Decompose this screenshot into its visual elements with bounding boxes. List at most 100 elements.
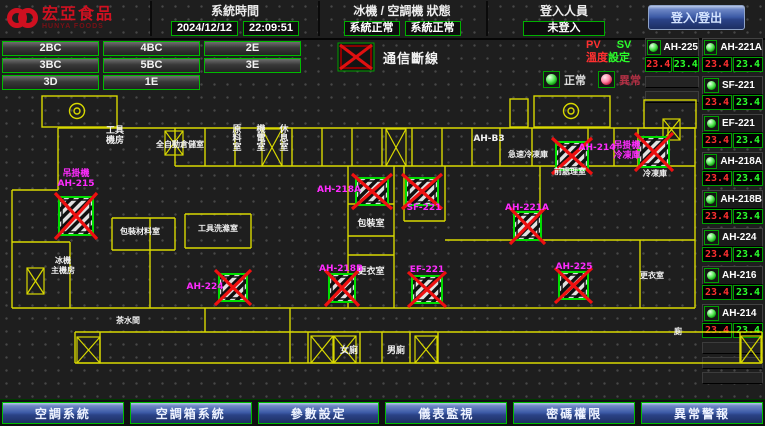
- shaft-x-icon: [415, 336, 437, 363]
- system-time-label: 系統時間: [152, 2, 318, 19]
- building-outline: [510, 99, 528, 127]
- floor-buttons: 2BC 4BC 2E 3BC 5BC 3E 3D 1E: [2, 41, 301, 92]
- login-user-value: 未登入: [523, 21, 605, 36]
- shaft-x-icon: [77, 337, 100, 363]
- room-label: 工具洗滌室: [198, 223, 238, 233]
- room-label: 工具機房: [106, 125, 124, 146]
- room-label: 廁: [674, 326, 682, 336]
- equipment-name: AH-225: [664, 42, 698, 53]
- machine-status-section: 冰機 / 空調機 狀態 系統正常 系統正常: [318, 1, 484, 36]
- floor-button-4bc[interactable]: 4BC: [103, 41, 200, 56]
- room-label: 包裝材料室: [119, 226, 160, 236]
- device-label: AH-214: [578, 143, 615, 153]
- room-label: 休息室: [278, 123, 289, 153]
- equipment-name: AH-221A: [720, 42, 762, 53]
- bottom-toolbar: 空調系統空調箱系統參數設定儀表監視密碼權限異常警報: [0, 399, 765, 426]
- stair-spiral-icon: [564, 104, 579, 119]
- room-label: 冰機主機房: [51, 255, 75, 275]
- brand-name: 宏亞食品: [42, 6, 114, 23]
- floor-button-2bc[interactable]: 2BC: [2, 41, 99, 56]
- floor-button-2e[interactable]: 2E: [204, 41, 301, 56]
- temp-label: 溫度: [586, 52, 608, 64]
- room-label: 冷凍庫: [643, 168, 667, 178]
- hmi-screen: 宏亞食品 HUNYA FOODS 系統時間 2024/12/12 22:09:5…: [0, 0, 765, 426]
- shaft-x-icon: [311, 336, 333, 363]
- room-label: 全自動倉儲室: [155, 139, 204, 149]
- login-section: 登入人員 未登入: [486, 1, 640, 36]
- toolbar-button-2[interactable]: 空調箱系統: [130, 402, 252, 424]
- device-label: AH-218B: [319, 264, 363, 274]
- device-label: AH-225: [555, 262, 592, 272]
- floor-button-3bc[interactable]: 3BC: [2, 58, 99, 73]
- device-label: EF-221: [410, 265, 445, 275]
- comm-loss-label: 通信斷線: [383, 48, 439, 67]
- floor-button-5bc[interactable]: 5BC: [103, 58, 200, 73]
- pv-sv-legend: PV SV 溫度設定: [586, 39, 631, 65]
- equipment-row-ah-225[interactable]: AH-225: [645, 38, 699, 57]
- shaft-x-icon: [27, 268, 44, 294]
- stair-spiral-icon: [568, 108, 574, 114]
- equipment-values: 23.423.4: [702, 57, 763, 72]
- room-label: 女廁: [340, 344, 358, 356]
- logo-icon: [6, 3, 38, 33]
- room-label: AH-B3: [473, 134, 504, 144]
- room-label: 急速冷凍庫: [508, 149, 548, 159]
- floor-plan: 工具機房全自動倉儲室 原料室 機電室 休息室 AH-B3 急速冷凍庫前處理室 冷凍庫包裝室更…: [0, 88, 765, 400]
- device-label: SF-221: [407, 203, 442, 213]
- room-label: 茶水間: [115, 315, 140, 325]
- normal-label: 正常: [564, 72, 586, 88]
- room-label: 更衣室: [640, 270, 664, 280]
- system-time-section: 系統時間 2024/12/12 22:09:51: [150, 1, 318, 36]
- machine-status-label: 冰機 / 空調機 狀態: [320, 2, 484, 19]
- comm-loss-device-icon[interactable]: [325, 270, 359, 306]
- comm-loss-device-icon[interactable]: [408, 272, 446, 307]
- logo: 宏亞食品 HUNYA FOODS: [6, 3, 114, 33]
- building-outline: [644, 100, 696, 128]
- stair-spiral-icon: [70, 104, 85, 119]
- device-label: AH-221A: [505, 203, 549, 213]
- toolbar-button-4[interactable]: 儀表監視: [385, 402, 507, 424]
- device-label: AH-218A: [317, 185, 361, 195]
- building-outline: [534, 96, 610, 127]
- comm-loss-device-icon[interactable]: [635, 133, 673, 171]
- toolbar-button-1[interactable]: 空調系統: [2, 402, 124, 424]
- abnormal-label: 異常: [619, 72, 641, 88]
- stair-spiral-icon: [74, 108, 80, 114]
- pv-label: PV: [586, 39, 601, 51]
- sv-label: SV: [617, 39, 632, 51]
- device-label: AH-224: [186, 282, 223, 292]
- normal-led-icon: [543, 71, 560, 88]
- room-label: 包裝室: [356, 217, 384, 229]
- room-label: 機電室: [256, 123, 265, 153]
- header-bar: 宏亞食品 HUNYA FOODS 系統時間 2024/12/12 22:09:5…: [0, 0, 765, 40]
- chiller-status-value: 系統正常: [344, 21, 400, 36]
- pv-value: 23.4: [645, 57, 672, 72]
- toolbar-button-5[interactable]: 密碼權限: [513, 402, 635, 424]
- toolbar-button-6[interactable]: 異常警報: [641, 402, 763, 424]
- system-time-value: 22:09:51: [243, 21, 299, 36]
- login-logout-button[interactable]: 登入/登出: [648, 5, 745, 30]
- equipment-values: 23.423.4: [645, 57, 699, 72]
- device-label: 吊掛機AH-215: [57, 167, 94, 189]
- comm-loss-icon: [337, 42, 375, 72]
- brand-subtitle: HUNYA FOODS: [42, 23, 114, 30]
- comm-loss-device-icon[interactable]: [55, 193, 97, 239]
- floor-button-3e[interactable]: 3E: [204, 58, 301, 73]
- equipment-row-ah-221a[interactable]: AH-221A: [702, 38, 763, 57]
- abnormal-led-icon: [598, 71, 615, 88]
- room-label: 前處理室: [554, 166, 586, 176]
- room-label: 原料室: [232, 124, 241, 153]
- comm-loss-device-icon[interactable]: [555, 268, 592, 303]
- toolbar-button-3[interactable]: 參數設定: [258, 402, 380, 424]
- set-label: 設定: [608, 52, 630, 64]
- status-led-icon: [647, 40, 661, 55]
- comm-loss-device-icon[interactable]: [510, 208, 545, 244]
- shaft-x-icon: [741, 336, 761, 363]
- status-led-icon: [704, 40, 717, 55]
- pv-value: 23.4: [702, 57, 732, 72]
- shaft-x-icon: [386, 129, 406, 166]
- equipment-empty-slot: [645, 76, 699, 88]
- login-label: 登入人員: [488, 2, 640, 19]
- status-led-legend: 正常 異常: [543, 71, 641, 88]
- room-label: 男廁: [387, 344, 405, 356]
